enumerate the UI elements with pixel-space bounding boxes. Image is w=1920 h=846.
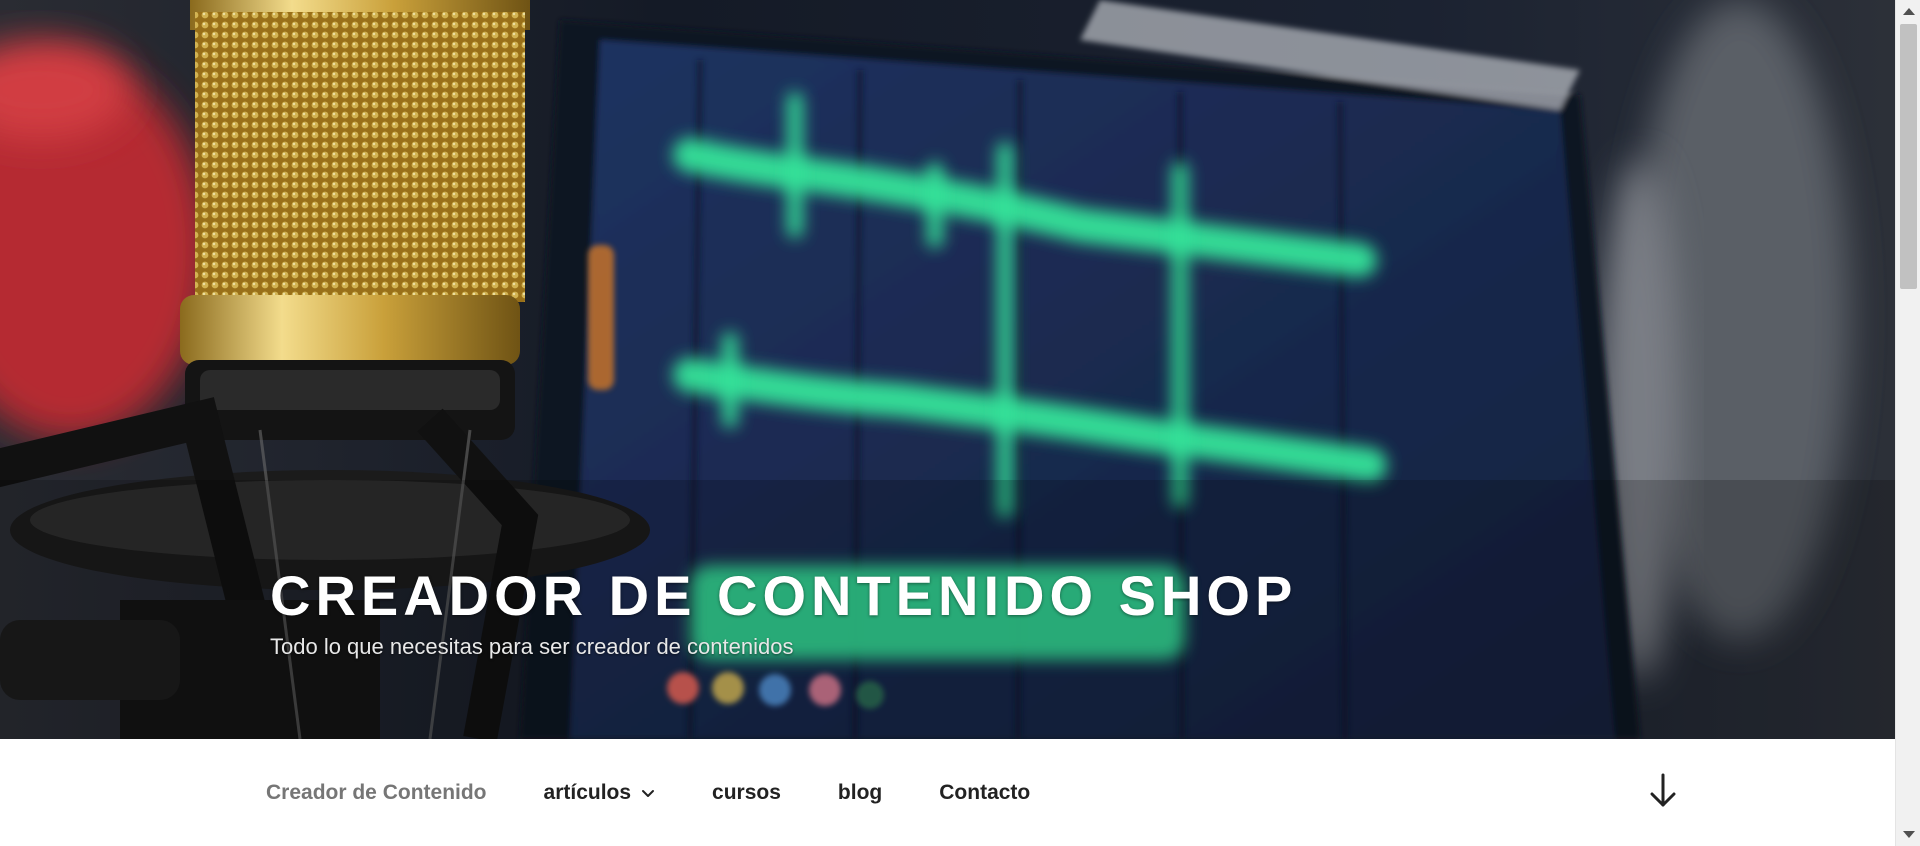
page: CREADOR DE CONTENIDO SHOP Todo lo que ne… [0,0,1920,846]
arrow-down-icon[interactable] [1647,771,1679,811]
page-scrollbar[interactable] [1895,0,1920,846]
nav-menu: Creador de Contenido artículos cursos bl… [266,739,1087,846]
scroll-up-arrow[interactable] [1903,8,1915,15]
site-title[interactable]: CREADOR DE CONTENIDO SHOP [270,564,1297,628]
nav-item-label: Contacto [939,780,1031,804]
nav-item-contacto[interactable]: Contacto [939,781,1030,805]
nav-item-creador-de-contenido[interactable]: Creador de Contenido [266,781,487,805]
nav-item-label: cursos [712,780,781,804]
nav-item-articulos[interactable]: artículos [544,781,656,805]
hero-header: CREADOR DE CONTENIDO SHOP Todo lo que ne… [0,0,1895,739]
nav-item-label: artículos [543,780,632,804]
nav-item-blog[interactable]: blog [838,781,882,805]
chevron-down-icon[interactable] [641,786,655,800]
nav-item-label: Creador de Contenido [266,780,487,804]
main-navigation: Creador de Contenido artículos cursos bl… [0,739,1895,846]
scrollbar-thumb[interactable] [1900,24,1917,289]
nav-item-cursos[interactable]: cursos [712,781,781,805]
site-description: Todo lo que necesitas para ser creador d… [270,634,794,659]
site-branding: CREADOR DE CONTENIDO SHOP Todo lo que ne… [270,564,1297,662]
scroll-down-arrow[interactable] [1903,831,1915,838]
nav-item-label: blog [837,780,883,804]
